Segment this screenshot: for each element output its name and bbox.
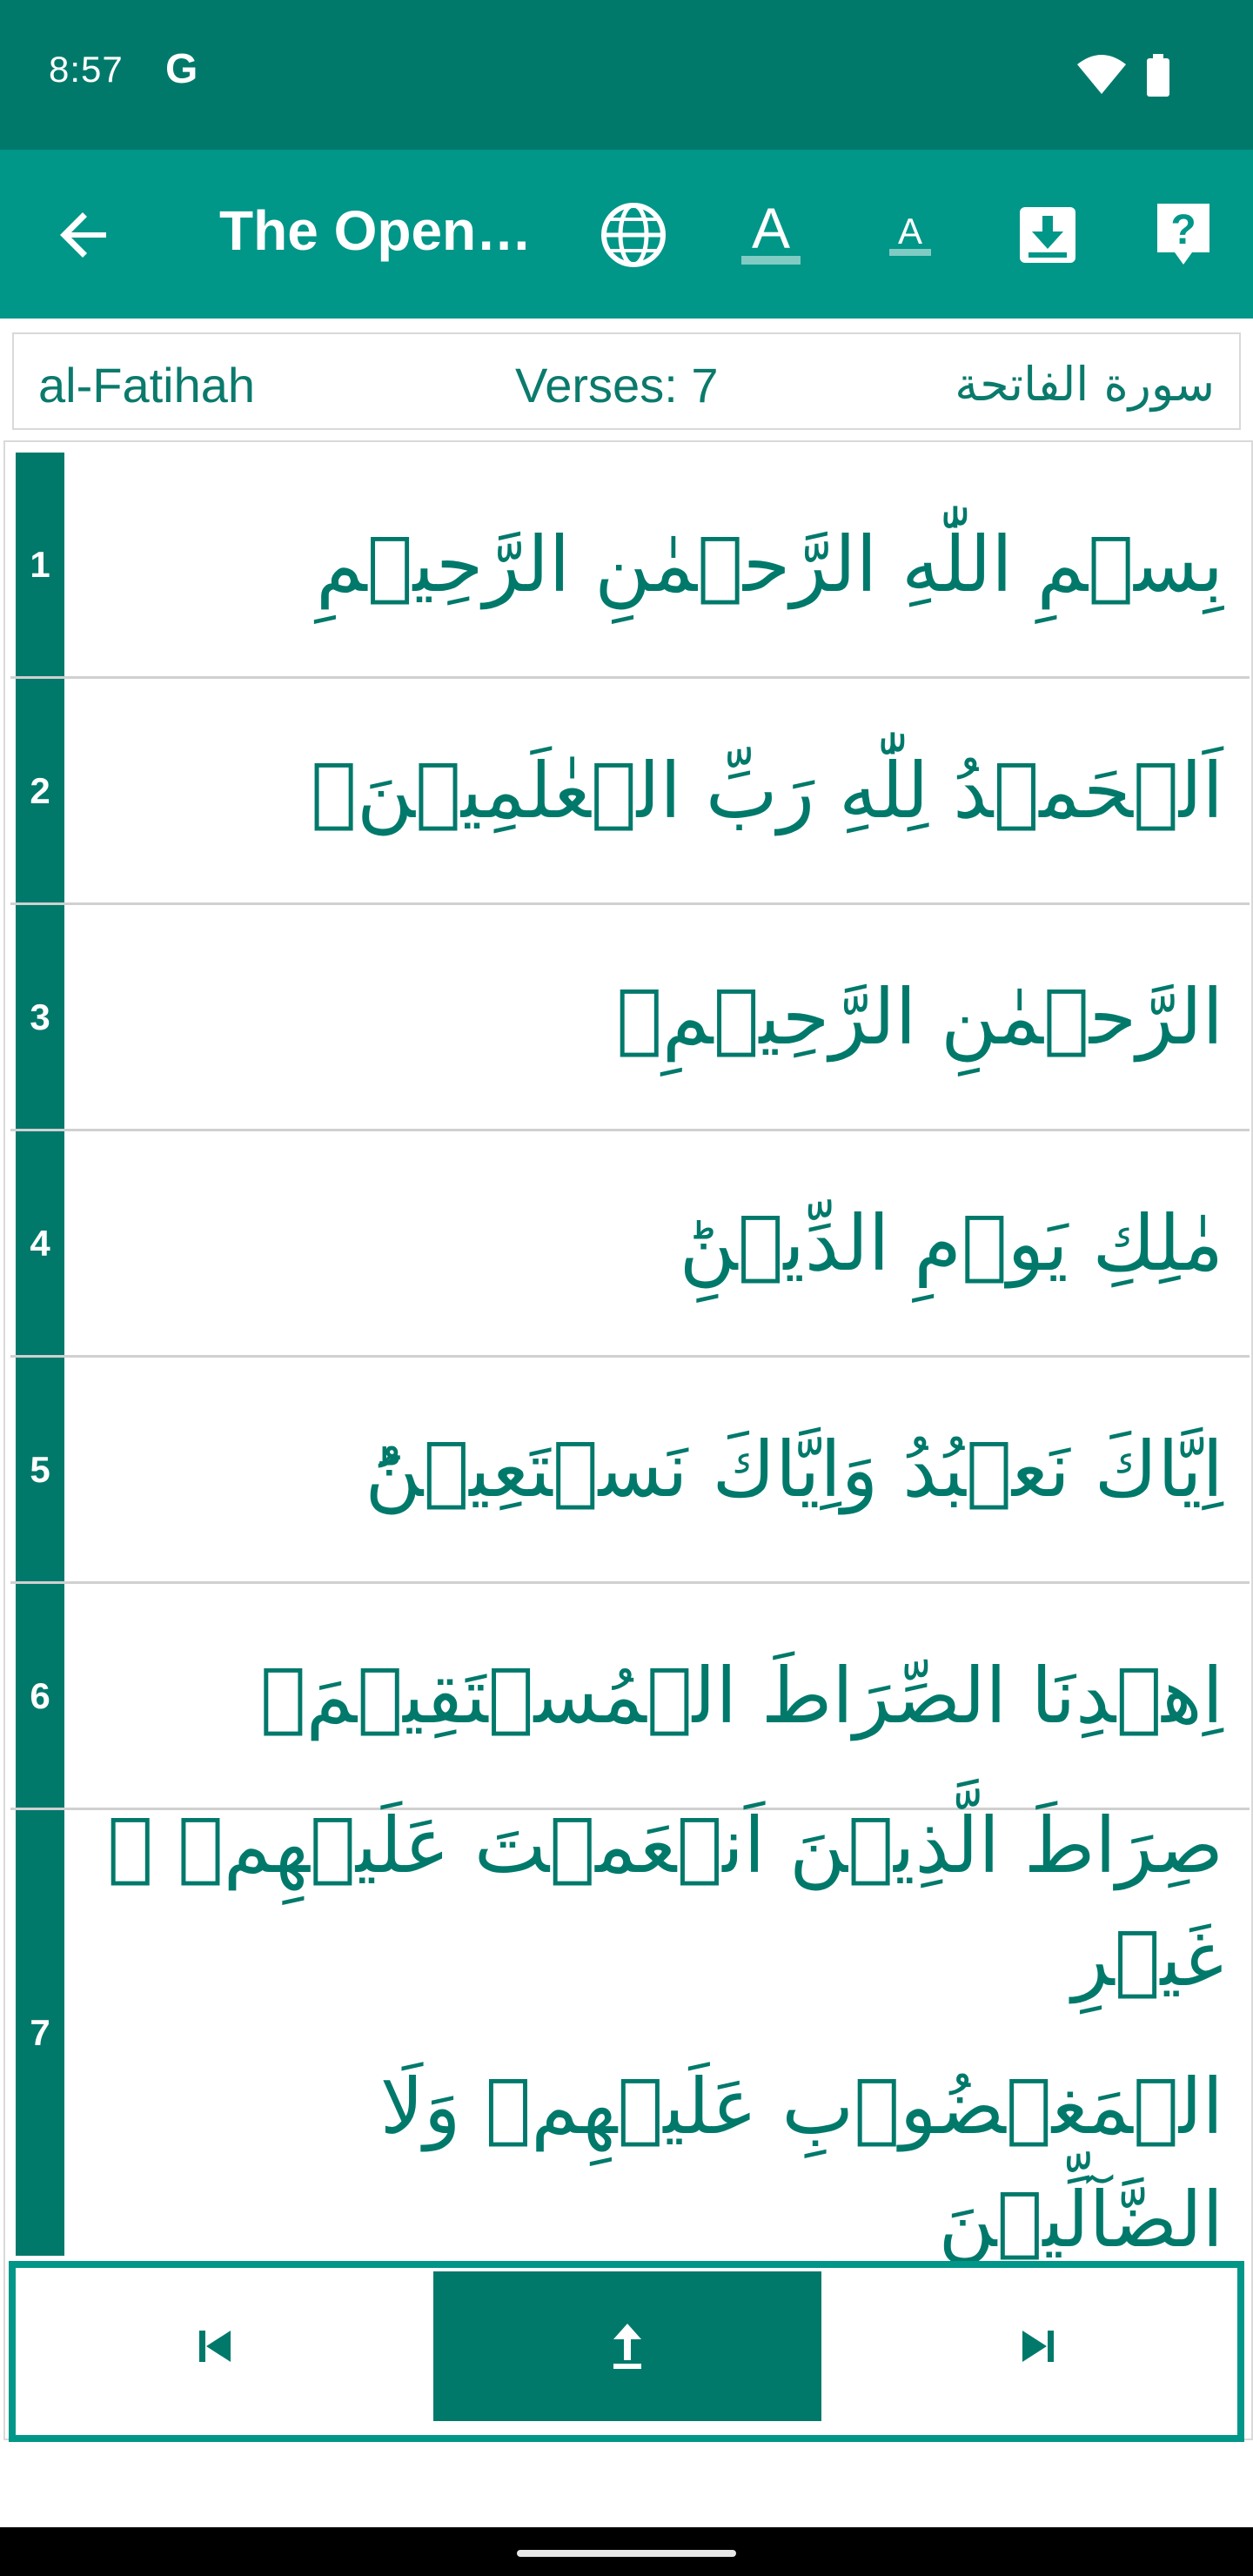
verse-text-line: صِرَاطَ الَّذِيۡنَ اَنۡعَمۡتَ عَلَيۡهِمۡ… bbox=[107, 1801, 1223, 2003]
verse-text: الرَّحۡمٰنِ الرَّحِيۡمِۙ bbox=[616, 971, 1223, 1062]
arrow-back-icon bbox=[60, 212, 106, 258]
verse-text: صِرَاطَ الَّذِيۡنَ اَنۡعَمۡتَ عَلَيۡهِمۡ… bbox=[89, 1801, 1232, 2264]
status-time: 8:57 bbox=[49, 49, 124, 90]
font-increase-underline bbox=[741, 256, 801, 265]
verse-text: اَلۡحَمۡدُ لِلّٰهِ رَبِّ الۡعٰلَمِيۡنَۙ bbox=[311, 745, 1223, 835]
back-button[interactable] bbox=[54, 204, 117, 266]
verse-navigation bbox=[9, 2261, 1244, 2442]
font-increase-button[interactable]: A bbox=[729, 193, 813, 277]
google-icon: G bbox=[165, 46, 198, 92]
status-bar: 8:57 G bbox=[0, 0, 1253, 150]
home-gesture-handle[interactable] bbox=[517, 2550, 736, 2557]
verse-row[interactable]: 6 اِهۡدِنَا الصِّرَاطَ الۡمُسۡتَقِيۡمَۙ bbox=[10, 1584, 1250, 1810]
font-decrease-underline bbox=[889, 249, 931, 256]
surah-arabic-name: سورة الفاتحة bbox=[955, 357, 1215, 412]
scroll-top-button[interactable] bbox=[433, 2271, 821, 2421]
page-title: The Open… bbox=[219, 199, 533, 262]
next-surah-button[interactable] bbox=[844, 2271, 1232, 2421]
help-button[interactable]: ? bbox=[1142, 193, 1225, 277]
verse-count: Verses: 7 bbox=[515, 358, 719, 413]
verse-number: 3 bbox=[16, 905, 64, 1129]
verse-number: 5 bbox=[16, 1358, 64, 1581]
surah-name: al-Fatihah bbox=[38, 358, 256, 413]
verse-number: 4 bbox=[16, 1131, 64, 1355]
verse-row[interactable]: 7 صِرَاطَ الَّذِيۡنَ اَنۡعَمۡتَ عَلَيۡهِ… bbox=[10, 1801, 1250, 2264]
verse-number: 2 bbox=[16, 679, 64, 902]
skip-previous-icon bbox=[199, 2331, 231, 2362]
verse-number: 1 bbox=[16, 453, 64, 676]
verse-text: مٰلِكِ يَوۡمِ الدِّيۡنِؕ bbox=[679, 1197, 1223, 1288]
battery-icon bbox=[1145, 54, 1171, 102]
verse-row[interactable]: 5 اِيَّاكَ نَعۡبُدُ وَاِيَّاكَ نَسۡتَعِي… bbox=[10, 1358, 1250, 1584]
verse-text-line: الۡمَغۡضُوۡبِ عَلَيۡهِمۡ وَلَا الضَّآلِّ… bbox=[379, 2062, 1223, 2264]
system-navigation-bar bbox=[0, 2527, 1253, 2576]
verse-text: اِهۡدِنَا الصِّرَاطَ الۡمُسۡتَقِيۡمَۙ bbox=[259, 1650, 1223, 1741]
verse-list[interactable]: 1 بِسۡمِ اللّٰهِ الرَّحۡمٰنِ الرَّحِيۡمِ… bbox=[3, 440, 1253, 2440]
verse-row[interactable]: 1 بِسۡمِ اللّٰهِ الرَّحۡمٰنِ الرَّحِيۡمِ bbox=[10, 453, 1250, 679]
verse-number: 7 bbox=[16, 1810, 64, 2256]
verse-row[interactable]: 2 اَلۡحَمۡدُ لِلّٰهِ رَبِّ الۡعٰلَمِيۡنَ… bbox=[10, 679, 1250, 905]
language-button[interactable] bbox=[592, 193, 675, 277]
verse-row[interactable]: 4 مٰلِكِ يَوۡمِ الدِّيۡنِؕ bbox=[10, 1131, 1250, 1358]
verse-text: اِيَّاكَ نَعۡبُدُ وَاِيَّاكَ نَسۡتَعِيۡن… bbox=[365, 1424, 1223, 1514]
skip-next-icon bbox=[1022, 2331, 1054, 2362]
verse-row[interactable]: 3 الرَّحۡمٰنِ الرَّحِيۡمِۙ bbox=[10, 905, 1250, 1131]
help-icon: ? bbox=[1157, 204, 1209, 265]
svg-text:?: ? bbox=[1170, 207, 1196, 253]
verse-number: 6 bbox=[16, 1584, 64, 1808]
app-bar: The Open… A A ? bbox=[0, 150, 1253, 319]
verse-text: بِسۡمِ اللّٰهِ الرَّحۡمٰنِ الرَّحِيۡمِ bbox=[316, 519, 1223, 609]
previous-surah-button[interactable] bbox=[21, 2271, 409, 2421]
font-decrease-button[interactable]: A bbox=[868, 193, 952, 277]
font-increase-icon: A bbox=[751, 196, 791, 260]
download-button[interactable] bbox=[1006, 193, 1089, 277]
surah-info-bar: al-Fatihah Verses: 7 سورة الفاتحة bbox=[12, 332, 1241, 430]
scroll-top-icon bbox=[613, 2324, 641, 2369]
font-decrease-icon: A bbox=[897, 211, 922, 252]
download-icon bbox=[1020, 207, 1075, 263]
globe-icon bbox=[601, 203, 666, 267]
wifi-icon bbox=[1075, 54, 1128, 100]
